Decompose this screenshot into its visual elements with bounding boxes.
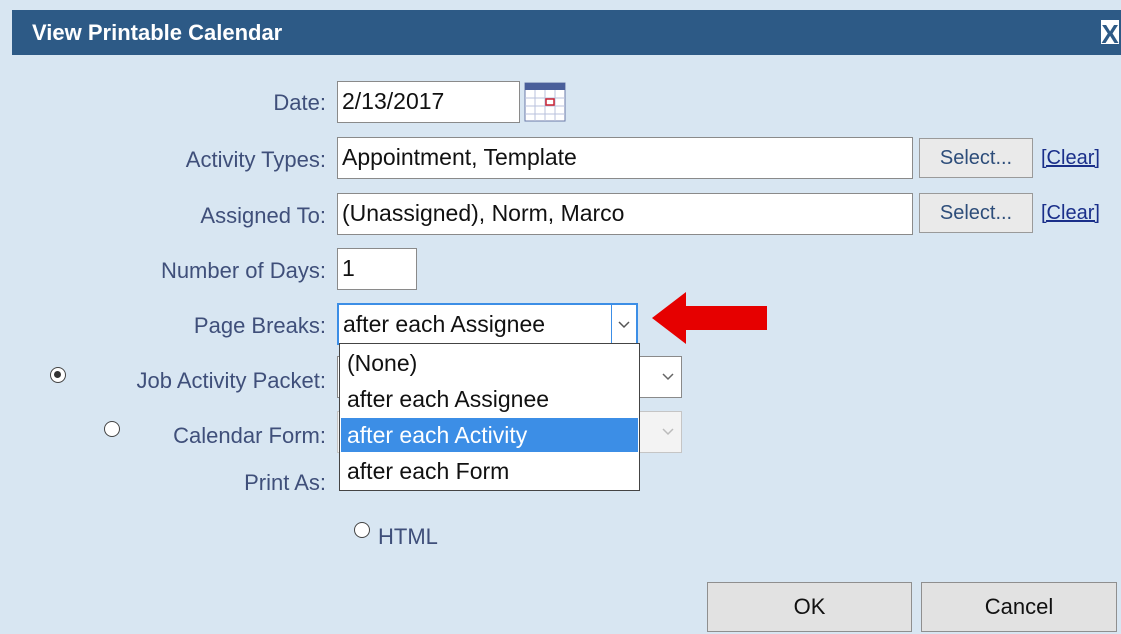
close-icon[interactable]: X — [1099, 18, 1121, 48]
activity-types-field[interactable]: Appointment, Template — [337, 137, 913, 179]
red-arrow-icon — [652, 292, 767, 344]
page-breaks-chevron-down-icon[interactable] — [611, 305, 636, 343]
dropdown-option-none[interactable]: (None) — [341, 346, 638, 380]
print-as-label: Print As: — [244, 470, 326, 495]
job-packet-chevron-down-icon — [658, 366, 678, 391]
assigned-to-clear-link[interactable]: [Clear] — [1041, 202, 1100, 225]
date-label: Date: — [273, 90, 326, 115]
number-of-days-field[interactable]: 1 — [337, 248, 417, 290]
calendar-form-radio[interactable] — [104, 421, 120, 437]
activity-types-clear-link[interactable]: [Clear] — [1041, 147, 1100, 170]
page-breaks-selected-value: after each Assignee — [343, 311, 546, 337]
cancel-button[interactable]: Cancel — [921, 582, 1117, 632]
page-breaks-label: Page Breaks: — [193, 313, 326, 338]
ok-button[interactable]: OK — [707, 582, 912, 632]
dialog-title: View Printable Calendar — [32, 20, 283, 45]
activity-types-label: Activity Types: — [185, 147, 326, 172]
html-option-label: HTML — [378, 524, 438, 549]
number-of-days-label: Number of Days: — [160, 258, 326, 283]
dropdown-option-activity[interactable]: after each Activity — [341, 418, 638, 452]
job-activity-packet-radio[interactable] — [50, 367, 66, 383]
calendar-form-chevron-down-icon — [658, 421, 678, 446]
dropdown-option-assignee[interactable]: after each Assignee — [341, 382, 638, 416]
date-field[interactable]: 2/13/2017 — [337, 81, 520, 123]
assigned-to-label: Assigned To: — [200, 203, 326, 228]
page-breaks-dropdown-list: (None) after each Assignee after each Ac… — [339, 343, 640, 491]
activity-types-select-button[interactable]: Select... — [919, 138, 1033, 178]
html-radio[interactable] — [354, 522, 370, 538]
page-breaks-select[interactable]: after each Assignee — [337, 303, 638, 345]
calendar-icon[interactable] — [524, 82, 566, 122]
calendar-form-label: Calendar Form: — [173, 423, 326, 448]
dialog-titlebar: View Printable Calendar X — [12, 10, 1121, 55]
assigned-to-select-button[interactable]: Select... — [919, 193, 1033, 233]
job-activity-packet-label: Job Activity Packet: — [136, 368, 326, 393]
assigned-to-field[interactable]: (Unassigned), Norm, Marco — [337, 193, 913, 235]
dropdown-option-form[interactable]: after each Form — [341, 454, 638, 488]
print-calendar-dialog: View Printable Calendar X Date: 2/13/201… — [0, 0, 1121, 634]
